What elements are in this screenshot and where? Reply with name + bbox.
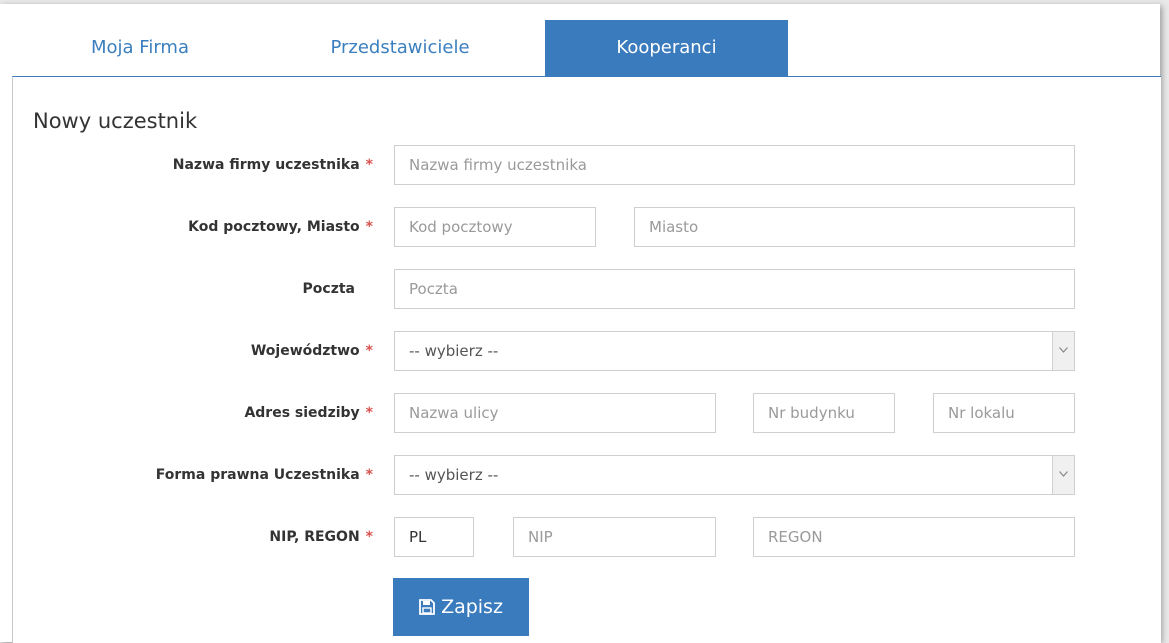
voivodeship-selected-value: -- wybierz --	[409, 342, 499, 360]
voivodeship-label: Województwo *	[250, 343, 373, 359]
legal-form-select[interactable]: -- wybierz --	[394, 455, 1075, 495]
tab-przedstawiciele[interactable]: Przedstawiciele	[290, 20, 510, 76]
tab-kooperanci[interactable]: Kooperanci	[545, 20, 788, 76]
voivodeship-select[interactable]: -- wybierz --	[394, 331, 1075, 371]
unit-number-input[interactable]	[933, 393, 1075, 433]
street-input[interactable]	[394, 393, 716, 433]
country-prefix-input[interactable]	[394, 517, 474, 557]
required-mark: *	[365, 467, 373, 483]
legal-form-label: Forma prawna Uczestnika *	[155, 467, 373, 483]
regon-input[interactable]	[753, 517, 1075, 557]
nip-input[interactable]	[513, 517, 716, 557]
post-office-label: Poczta	[302, 281, 355, 297]
legal-form-selected-value: -- wybierz --	[409, 466, 499, 484]
form-panel: Nowy uczestnik Nazwa firmy uczestnika* K…	[12, 76, 1161, 643]
floppy-disk-icon	[419, 599, 435, 615]
form-window: Moja Firma Przedstawiciele Kooperanci No…	[0, 4, 1161, 643]
required-mark: *	[365, 219, 373, 235]
required-mark: *	[365, 157, 373, 173]
chevron-down-icon	[1052, 456, 1074, 494]
save-button-label: Zapisz	[441, 596, 503, 618]
city-input[interactable]	[634, 207, 1075, 247]
nip-regon-label: NIP, REGON *	[269, 529, 373, 545]
required-mark: *	[365, 529, 373, 545]
address-label: Adres siedziby *	[244, 405, 373, 421]
required-mark: *	[365, 405, 373, 421]
postal-code-input[interactable]	[394, 207, 596, 247]
company-name-label: Nazwa firmy uczestnika *	[172, 157, 373, 173]
tab-moja-firma[interactable]: Moja Firma	[40, 20, 240, 76]
postal-city-label: Kod pocztowy, Miasto *	[188, 219, 373, 235]
post-office-input[interactable]	[394, 269, 1075, 309]
building-number-input[interactable]	[753, 393, 895, 433]
tab-bar: Moja Firma Przedstawiciele Kooperanci	[0, 4, 1160, 77]
section-title: Nowy uczestnik	[33, 109, 198, 133]
save-button[interactable]: Zapisz	[393, 578, 529, 636]
company-name-input[interactable]	[394, 145, 1075, 185]
required-mark: *	[365, 343, 373, 359]
chevron-down-icon	[1052, 332, 1074, 370]
